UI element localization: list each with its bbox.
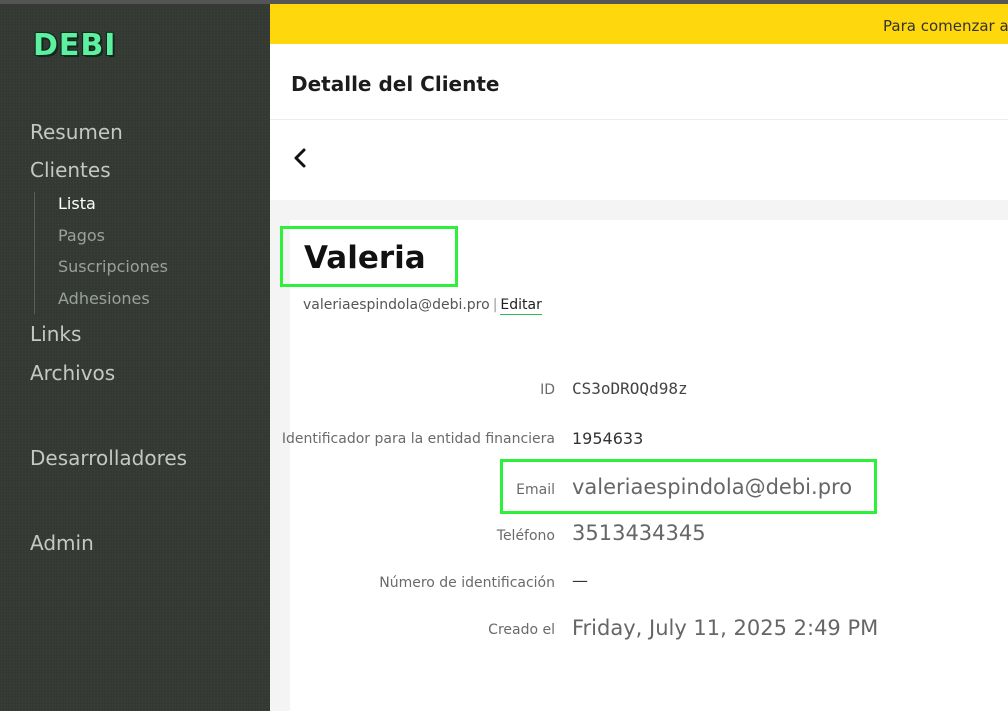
back-button[interactable] — [288, 144, 312, 172]
client-email-summary: valeriaespindola@debi.pro — [303, 297, 490, 313]
field-value-financial-id: 1954633 — [572, 429, 644, 448]
banner-text: Para comenzar a c — [883, 17, 1008, 35]
sidebar-item-clientes[interactable]: Clientes — [30, 158, 111, 182]
separator: | — [492, 297, 498, 313]
field-label-financial-id: Identificador para la entidad financiera — [281, 431, 555, 447]
sidebar-item-archivos[interactable]: Archivos — [30, 361, 115, 385]
field-label-email: Email — [516, 482, 555, 498]
page-title: Detalle del Cliente — [291, 72, 500, 96]
sidebar: DEBI Resumen Clientes Lista Pagos Suscri… — [0, 4, 270, 711]
debi-logo[interactable]: DEBI — [33, 28, 116, 63]
sidebar-subitem-lista[interactable]: Lista — [58, 194, 96, 213]
client-name: Valeria — [304, 240, 426, 276]
sidebar-item-desarrolladores[interactable]: Desarrolladores — [30, 446, 187, 470]
page-header: Detalle del Cliente — [270, 44, 1008, 120]
clientes-subnav: Lista Pagos Suscripciones Adhesiones — [34, 192, 168, 314]
field-label-id: ID — [540, 382, 555, 398]
field-value-id-number: — — [572, 571, 588, 590]
field-label-phone: Teléfono — [496, 528, 555, 544]
edit-link[interactable]: Editar — [500, 297, 542, 315]
field-label-id-number: Número de identificación — [379, 575, 555, 591]
sidebar-subitem-pagos[interactable]: Pagos — [58, 226, 105, 245]
field-value-phone: 3513434345 — [572, 521, 706, 545]
sidebar-item-admin[interactable]: Admin — [30, 531, 94, 555]
sidebar-subitem-adhesiones[interactable]: Adhesiones — [58, 289, 150, 308]
onboarding-banner[interactable]: Para comenzar a c — [270, 4, 1008, 44]
sidebar-subitem-suscripciones[interactable]: Suscripciones — [58, 257, 168, 276]
client-email-line: valeriaespindola@debi.pro | Editar — [303, 297, 542, 315]
field-label-created: Creado el — [488, 622, 555, 638]
sidebar-item-links[interactable]: Links — [30, 322, 81, 346]
field-value-created: Friday, July 11, 2025 2:49 PM — [572, 616, 879, 640]
chevron-left-icon — [294, 148, 306, 168]
sidebar-item-resumen[interactable]: Resumen — [30, 120, 123, 144]
back-bar — [270, 120, 1008, 200]
field-value-email: valeriaespindola@debi.pro — [572, 475, 853, 499]
field-value-id: CS3oDROQd98z — [572, 379, 688, 398]
